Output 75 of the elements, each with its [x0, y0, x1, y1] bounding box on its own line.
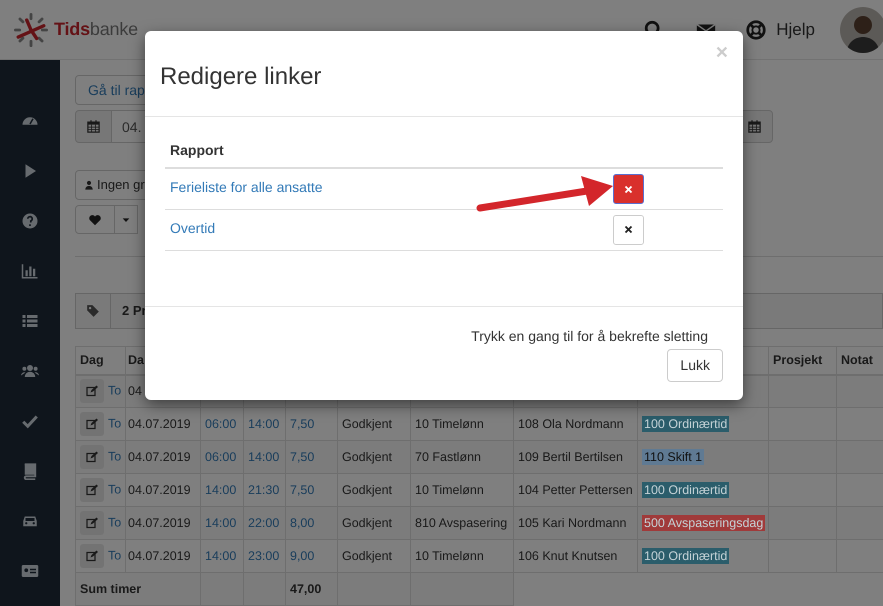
table-cell: 105 Kari Nordmann — [518, 516, 626, 530]
bar-chart-icon[interactable] — [21, 262, 39, 280]
edit-button[interactable] — [80, 379, 104, 404]
help-icon[interactable] — [21, 212, 39, 230]
close-icon — [624, 184, 633, 194]
close-button[interactable]: × — [716, 42, 728, 63]
table-cell: Godkjent — [342, 482, 392, 497]
day-link[interactable]: To — [108, 449, 122, 464]
sum-total: 47,00 — [290, 582, 322, 596]
heart-icon — [88, 212, 102, 226]
report-link[interactable]: Ferieliste for alle ansatte — [170, 179, 323, 195]
edit-icon — [86, 517, 98, 529]
activity-tag: 100 Ordinærtid — [642, 416, 730, 432]
table-cell: 04.07.2019 — [128, 516, 191, 530]
table-cell: 70 Fastlønn — [415, 450, 482, 464]
activity-tag: 100 Ordinærtid — [642, 548, 730, 564]
brand-name: Tidsbanke — [54, 18, 138, 41]
day-link[interactable]: To — [108, 416, 122, 430]
user-icon — [84, 179, 94, 191]
clock-logo-icon — [14, 12, 48, 46]
edit-button[interactable] — [80, 511, 104, 535]
table-cell: 10 Timelønn — [415, 482, 484, 497]
favorite-button[interactable] — [75, 205, 115, 234]
edit-icon — [86, 484, 98, 496]
table-cell: Godkjent — [342, 450, 392, 464]
lifebuoy-icon[interactable] — [745, 18, 768, 40]
day-link[interactable]: To — [108, 384, 122, 398]
table-cell: 04.07.2019 — [128, 482, 191, 497]
delete-button[interactable] — [613, 214, 644, 244]
id-card-icon[interactable] — [21, 562, 39, 580]
edit-icon — [86, 451, 98, 463]
table-cell: Godkjent — [342, 548, 392, 563]
table-cell: 10 Timelønn — [415, 548, 484, 563]
edit-button[interactable] — [80, 412, 104, 436]
calendar-icon — [747, 119, 762, 134]
table-cell: 04.07.2019 — [128, 416, 191, 431]
help-link[interactable]: Hjelp — [776, 16, 815, 42]
activity-tag: 500 Avspaseringsdag — [642, 514, 766, 531]
tag-summary: 2 Pr — [122, 302, 147, 320]
table-cell: 106 Knut Knutsen — [518, 548, 618, 563]
edit-icon — [86, 418, 98, 430]
dialog-title: Redigere linker — [160, 63, 322, 92]
report-link[interactable]: Overtid — [170, 220, 216, 236]
table-cell: 10 Timelønn — [415, 416, 484, 431]
table-cell: 104 Petter Pettersen — [518, 482, 633, 497]
table-cell: 109 Bertil Bertilsen — [518, 450, 623, 464]
avatar[interactable] — [840, 6, 883, 52]
day-link[interactable]: To — [108, 482, 122, 496]
list-icon[interactable] — [21, 312, 39, 330]
table-cell: 04.07.2019 — [128, 450, 191, 464]
close-icon — [624, 225, 633, 234]
column-header: Rapport — [170, 142, 224, 158]
tag-icon — [86, 304, 100, 318]
edit-button[interactable] — [80, 544, 104, 568]
activity-tag: 100 Ordinærtid — [642, 482, 730, 498]
close-button[interactable]: Lukk — [667, 349, 723, 382]
table-cell: Godkjent — [342, 516, 392, 530]
users-icon[interactable] — [21, 362, 39, 380]
table-cell: 04.07.2019 — [128, 548, 191, 563]
book-icon[interactable] — [21, 462, 39, 480]
table-cell: 810 Avspasering — [415, 516, 508, 530]
edit-icon — [86, 550, 98, 562]
edit-button[interactable] — [80, 478, 104, 502]
edit-button[interactable] — [80, 445, 104, 469]
day-link[interactable]: To — [108, 515, 122, 530]
sum-label: Sum timer — [80, 582, 142, 596]
calendar-icon — [86, 119, 101, 134]
day-link[interactable]: To — [108, 548, 122, 562]
table-cell: Godkjent — [342, 416, 392, 431]
table-cell: 04 — [128, 384, 142, 398]
activity-tag: 110 Skift 1 — [642, 448, 704, 465]
confirm-hint: Trykk en gang til for å bekrefte sletting — [471, 327, 708, 346]
caret-icon — [122, 216, 130, 224]
table-cell: 108 Ola Nordmann — [518, 416, 624, 431]
edit-icon — [86, 385, 98, 398]
